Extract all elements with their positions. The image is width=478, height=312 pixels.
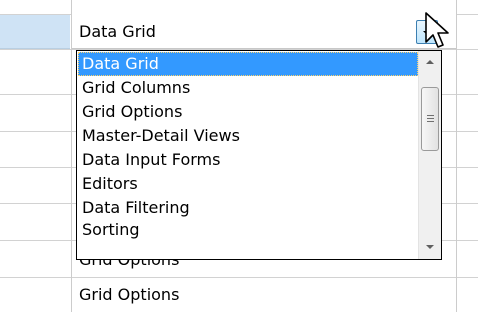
- grid-cell[interactable]: Grid Options: [72, 278, 456, 312]
- list-item[interactable]: Grid Columns: [78, 76, 418, 100]
- list-item[interactable]: Data Grid: [78, 52, 418, 76]
- dropdown-list[interactable]: Data Grid Grid Columns Grid Options Mast…: [76, 50, 442, 260]
- scroll-down-button[interactable]: [420, 237, 440, 257]
- list-item[interactable]: Master-Detail Views: [78, 124, 418, 148]
- column-divider: [456, 0, 457, 312]
- list-item[interactable]: Sorting: [78, 220, 418, 240]
- combo-box-editor[interactable]: Data Grid: [72, 14, 456, 49]
- list-item[interactable]: Grid Options: [78, 100, 418, 124]
- scroll-up-arrow-icon: [426, 60, 434, 64]
- scroll-up-button[interactable]: [420, 53, 440, 73]
- list-item[interactable]: Editors: [78, 172, 418, 196]
- dropdown-items: Data Grid Grid Columns Grid Options Mast…: [78, 52, 418, 240]
- mouse-pointer-icon: [425, 12, 449, 48]
- vertical-scrollbar[interactable]: [418, 51, 441, 259]
- list-item[interactable]: Data Input Forms: [78, 148, 418, 172]
- scroll-thumb[interactable]: [421, 87, 439, 151]
- combo-value: Data Grid: [79, 22, 156, 41]
- list-item[interactable]: Data Filtering: [78, 196, 418, 220]
- scroll-down-arrow-icon: [426, 245, 434, 249]
- selected-row-highlight: [0, 14, 70, 49]
